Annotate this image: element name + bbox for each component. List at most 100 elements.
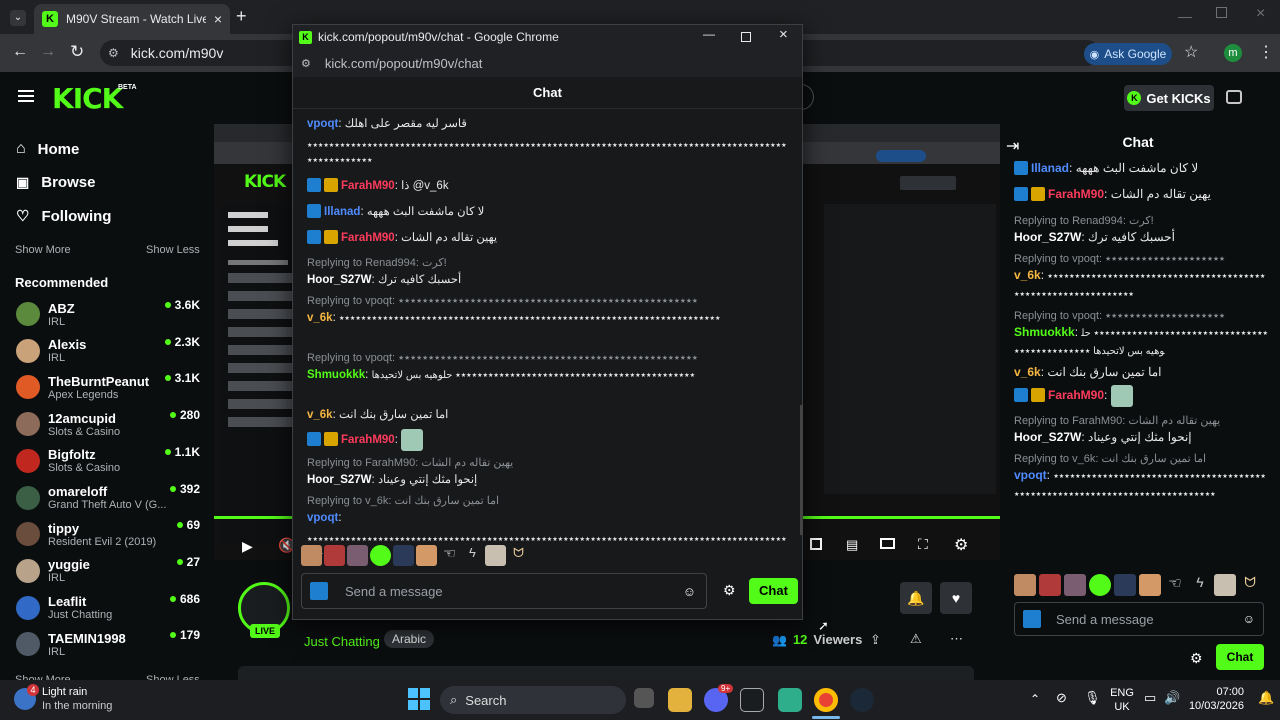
forward-icon[interactable]: → xyxy=(40,43,56,61)
popout-minimize-icon[interactable]: — xyxy=(703,27,715,41)
tornado-emote-icon[interactable]: ϟ xyxy=(1189,574,1211,596)
more-options-icon[interactable]: ⋯ xyxy=(950,631,963,647)
report-icon[interactable]: ⚠ xyxy=(910,631,922,647)
tag-arabic[interactable]: Arabic xyxy=(384,630,435,648)
popout-settings-icon[interactable]: ⚙ xyxy=(723,582,736,599)
popout-url-bar[interactable]: ⚙ kick.com/popout/m90v/chat xyxy=(293,49,802,77)
emoji-icon[interactable]: ☺ xyxy=(683,584,696,599)
popout-send-button[interactable]: Chat xyxy=(749,578,798,604)
nav-following[interactable]: ♡ Following xyxy=(16,207,111,226)
recommended-channel[interactable]: yuggie IRL 27 xyxy=(16,553,200,589)
profile-avatar[interactable]: m xyxy=(1224,44,1242,62)
theater-mode-icon[interactable] xyxy=(810,538,822,550)
emote-icon[interactable] xyxy=(1064,574,1086,596)
chat-username[interactable]: vpoqt xyxy=(307,512,338,524)
recommended-channel[interactable]: TAEMIN1998 IRL 179 xyxy=(16,626,200,662)
chat-username[interactable]: Illanad xyxy=(1031,161,1069,175)
get-kicks-button[interactable]: K Get KICKs xyxy=(1124,85,1214,111)
notification-bell-button[interactable]: 🔔 xyxy=(900,582,932,614)
site-info-icon[interactable]: ⚙ xyxy=(108,46,119,60)
chat-username[interactable]: FarahM90 xyxy=(1048,187,1104,201)
play-icon[interactable]: ▶ xyxy=(242,538,253,555)
chat-username[interactable]: v_6k xyxy=(307,312,333,324)
reload-icon[interactable]: ↻ xyxy=(70,42,84,62)
tray-overflow-icon[interactable]: ⌃ xyxy=(1030,692,1040,706)
recommended-channel[interactable]: omareloff Grand Theft Auto V (G... 392 xyxy=(16,480,200,516)
popout-scrollbar[interactable] xyxy=(800,405,803,535)
microphone-icon[interactable]: 🎙 xyxy=(1084,690,1101,706)
emote-icon[interactable] xyxy=(347,545,368,566)
notifications-icon[interactable]: 🔔 xyxy=(1258,690,1274,706)
fullscreen-icon[interactable]: ⛶ xyxy=(918,536,928,553)
nav-browse[interactable]: ▣ Browse xyxy=(16,174,95,191)
chat-username[interactable]: Hoor_S27W xyxy=(1014,230,1081,244)
emote-icon[interactable] xyxy=(485,545,506,566)
emote-icon[interactable] xyxy=(393,545,414,566)
steam-icon[interactable] xyxy=(850,688,874,712)
chat-username[interactable]: Shmuokkk xyxy=(307,369,365,381)
follow-heart-button[interactable]: ♥ xyxy=(940,582,972,614)
verified-emote-icon[interactable] xyxy=(370,545,391,566)
hand-emote-icon[interactable]: ☜ xyxy=(1164,574,1186,596)
language-top[interactable]: ENG xyxy=(1110,687,1134,699)
emote-icon[interactable] xyxy=(416,545,437,566)
close-tab-icon[interactable]: × xyxy=(214,11,222,27)
hand-emote-icon[interactable]: ☜ xyxy=(439,545,460,566)
bookmark-star-icon[interactable]: ☆ xyxy=(1184,42,1198,62)
show-more-link[interactable]: Show More xyxy=(15,244,71,256)
inbox-icon[interactable] xyxy=(1226,90,1242,104)
right-chat-send-button[interactable]: Chat xyxy=(1216,644,1264,670)
clip-icon[interactable]: ▤ xyxy=(846,537,858,553)
nav-home[interactable]: ⌂ Home xyxy=(16,140,79,158)
xbox-app-icon[interactable] xyxy=(778,688,802,712)
tornado-emote-icon[interactable]: ϟ xyxy=(462,545,483,566)
chat-username[interactable]: vpoqt xyxy=(1014,468,1047,482)
taskbar-search-box[interactable]: ⌕ Search xyxy=(440,686,626,714)
volume-icon[interactable]: 🔊 xyxy=(1164,690,1180,706)
task-view-icon[interactable] xyxy=(634,688,654,708)
chat-username[interactable]: FarahM90 xyxy=(341,180,395,192)
show-less-link[interactable]: Show Less xyxy=(146,244,200,256)
recommended-channel[interactable]: TheBurntPeanut Apex Legends 3.1K xyxy=(16,369,200,405)
chat-username[interactable]: FarahM90 xyxy=(341,434,395,446)
tab-search-button[interactable]: ⌄ xyxy=(10,10,26,26)
emote-icon[interactable] xyxy=(1214,574,1236,596)
popout-maximize-icon[interactable] xyxy=(741,32,751,42)
tab-m90v[interactable]: K M90V Stream - Watch Live on Kick × xyxy=(34,4,230,34)
windows-start-icon[interactable] xyxy=(408,688,430,710)
wings-emote-icon[interactable]: ᗢ xyxy=(1239,574,1261,596)
recommended-channel[interactable]: Bigfoltz Slots & Casino 1.1K xyxy=(16,443,200,479)
chat-username[interactable]: v_6k xyxy=(307,409,333,421)
chat-username[interactable]: v_6k xyxy=(1014,268,1041,282)
popout-chat-input[interactable]: Send a message ☺ xyxy=(301,573,707,609)
recommended-channel[interactable]: ABZ IRL 3.6K xyxy=(16,296,200,332)
category-link[interactable]: Just Chatting xyxy=(304,634,380,649)
streaming-app-icon[interactable] xyxy=(740,688,764,712)
file-explorer-icon[interactable] xyxy=(668,688,692,712)
settings-gear-icon[interactable]: ⚙ xyxy=(954,535,968,555)
back-icon[interactable]: ← xyxy=(12,43,28,61)
chat-username[interactable]: Hoor_S27W xyxy=(307,274,372,286)
weather-title[interactable]: Light rain xyxy=(42,686,87,698)
emoji-icon[interactable]: ☺ xyxy=(1243,612,1255,626)
chat-settings-icon[interactable]: ⚙ xyxy=(1190,650,1203,667)
recommended-channel[interactable]: Alexis IRL 2.3K xyxy=(16,333,200,369)
emote-icon[interactable] xyxy=(1014,574,1036,596)
emote-icon[interactable] xyxy=(1114,574,1136,596)
network-off-icon[interactable]: ⊘ xyxy=(1056,690,1067,706)
hamburger-menu-icon[interactable] xyxy=(18,90,34,102)
chat-username[interactable]: Hoor_S27W xyxy=(1014,430,1081,444)
new-tab-button[interactable]: + xyxy=(236,6,247,27)
chat-username[interactable]: v_6k xyxy=(1014,365,1041,379)
close-window-icon[interactable]: × xyxy=(1256,5,1265,23)
site-info-icon[interactable]: ⚙ xyxy=(301,57,311,70)
kick-logo[interactable]: KICK xyxy=(52,82,123,115)
recommended-channel[interactable]: tippy Resident Evil 2 (2019) 69 xyxy=(16,516,200,552)
emote-icon[interactable] xyxy=(1139,574,1161,596)
chrome-icon[interactable] xyxy=(814,688,838,712)
chat-username[interactable]: Shmuokkk xyxy=(1014,325,1075,339)
emote-icon[interactable] xyxy=(1039,574,1061,596)
menu-kebab-icon[interactable]: ⋮ xyxy=(1258,42,1274,62)
emote-icon[interactable] xyxy=(301,545,322,566)
verified-emote-icon[interactable] xyxy=(1089,574,1111,596)
